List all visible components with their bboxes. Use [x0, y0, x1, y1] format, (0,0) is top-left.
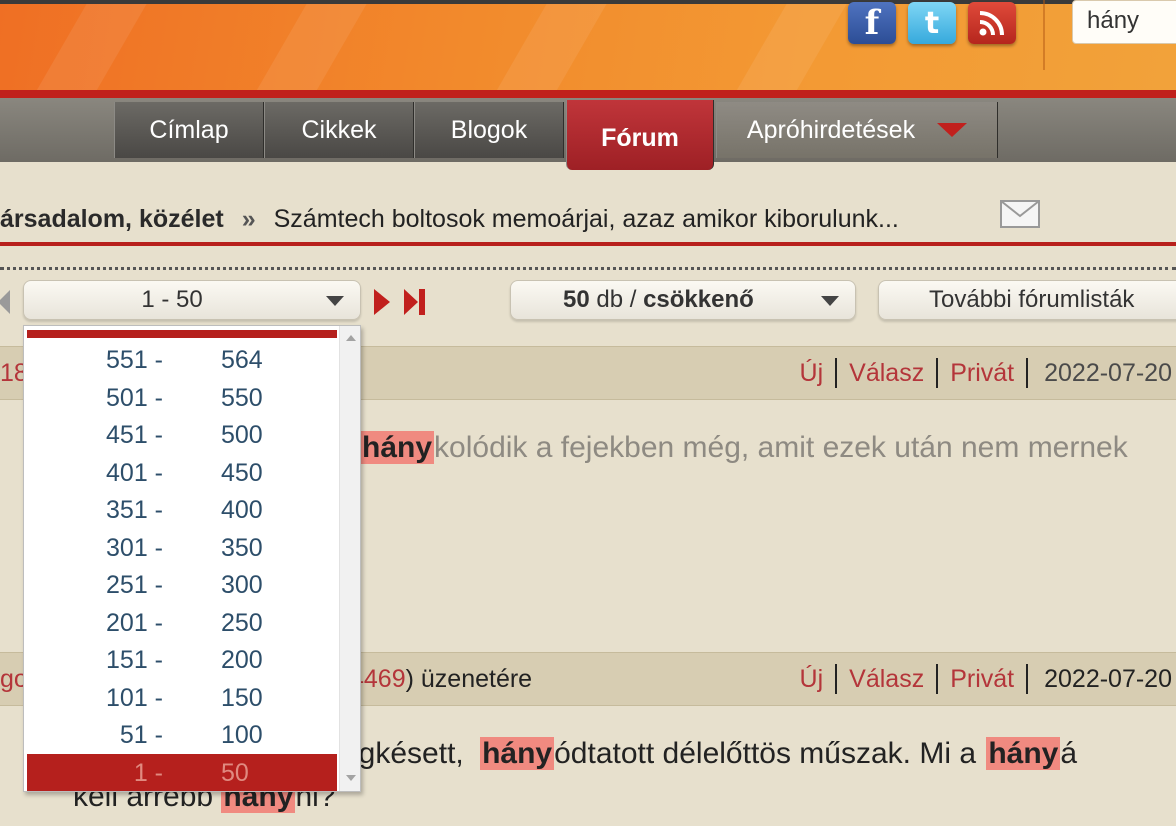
breadcrumb-underline: [0, 242, 1176, 246]
header-redline: [0, 90, 1176, 98]
new-link[interactable]: Új: [788, 665, 836, 694]
mail-icon[interactable]: [1000, 200, 1040, 228]
dropdown-scrollbar[interactable]: [339, 326, 360, 791]
search-input[interactable]: [1073, 1, 1176, 41]
last-page-bar: [419, 289, 425, 315]
dropdown-topbar: [27, 330, 337, 338]
chevron-down-icon: [821, 296, 839, 306]
dropdown-option[interactable]: 51 -100: [27, 716, 337, 753]
rss-icon[interactable]: [968, 2, 1016, 44]
more-forum-lists-label: További fórumlisták: [929, 286, 1135, 313]
chevron-down-icon: [326, 296, 344, 306]
post-date: 2022-07-20: [1044, 358, 1172, 387]
breadcrumb-category[interactable]: ársadalom, közélet: [0, 205, 224, 234]
private-link[interactable]: Privát: [938, 665, 1026, 694]
facebook-icon[interactable]: f: [848, 2, 896, 44]
sort-order: csökkenő: [643, 286, 754, 313]
reply-reference: 4469) üzenetére: [350, 665, 532, 694]
sort-select[interactable]: 50 db / csökkenő: [510, 280, 856, 320]
header-decor: [719, 0, 861, 90]
reply-link[interactable]: Válasz: [837, 359, 936, 388]
post-text: ódtatott délelőttös műszak. Mi a: [554, 737, 976, 770]
dropdown-option[interactable]: 551 -564: [27, 341, 337, 378]
header-decor: [479, 0, 621, 90]
post-actions: Új Válasz Privát 2022-07-20: [788, 664, 1176, 694]
prev-page-icon[interactable]: [0, 290, 10, 314]
per-page-unit: db /: [596, 286, 637, 313]
search-box[interactable]: [1072, 0, 1176, 44]
nav-item-cimlap[interactable]: Címlap: [114, 102, 264, 158]
main-nav: Címlap Cikkek Blogok Fórum Apróhirdetése…: [0, 98, 1176, 170]
header-decor: [239, 0, 381, 90]
page-range-dropdown: 551 -564 501 -550 451 -500 401 -450 351 …: [23, 325, 361, 792]
per-page-count: 50: [563, 286, 590, 313]
site-header: f t: [0, 0, 1176, 90]
header-decor: [19, 0, 161, 90]
header-divider: [1043, 0, 1045, 70]
last-page-icon[interactable]: [404, 289, 418, 315]
next-page-icon[interactable]: [374, 289, 390, 315]
dropdown-option[interactable]: 351 -400: [27, 491, 337, 528]
dropdown-option[interactable]: 501 -550: [27, 379, 337, 416]
page-range-select[interactable]: 1 - 50: [23, 280, 361, 320]
scroll-down-icon[interactable]: [346, 775, 356, 781]
post-text: á: [1060, 737, 1078, 770]
post-actions: Új Válasz Privát 2022-07-20: [788, 358, 1176, 388]
private-link[interactable]: Privát: [938, 359, 1026, 388]
dropdown-option[interactable]: 451 -500: [27, 416, 337, 453]
dropdown-option-selected[interactable]: 1 -50: [27, 754, 337, 791]
search-highlight: hány: [360, 431, 435, 464]
dropdown-option[interactable]: 301 -350: [27, 529, 337, 566]
post-body-line-1: egkésett, hányódtatott délelőttös műszak…: [342, 737, 1077, 771]
dropdown-option[interactable]: 151 -200: [27, 641, 337, 678]
reply-link[interactable]: Válasz: [837, 665, 936, 694]
nav-item-cikkek[interactable]: Cikkek: [264, 102, 414, 158]
dropdown-option[interactable]: 401 -450: [27, 454, 337, 491]
nav-item-blogok[interactable]: Blogok: [414, 102, 564, 158]
search-highlight: hány: [986, 737, 1061, 770]
page-range-value: 1 - 50: [141, 286, 203, 313]
more-forum-lists-button[interactable]: További fórumlisták: [878, 280, 1176, 320]
post-text: kolódik a fejekben még, amit ezek után n…: [434, 431, 1128, 464]
post-date: 2022-07-20: [1044, 664, 1172, 693]
nav-item-forum[interactable]: Fórum: [566, 100, 714, 170]
breadcrumb-separator: »: [241, 204, 256, 233]
reply-reference-text: ) üzenetére: [405, 665, 533, 693]
dropdown-option[interactable]: 101 -150: [27, 679, 337, 716]
dropdown-option[interactable]: 251 -300: [27, 566, 337, 603]
chevron-down-icon: [937, 123, 968, 137]
dotted-divider: [0, 267, 1176, 270]
new-link[interactable]: Új: [788, 359, 836, 388]
twitter-icon[interactable]: t: [908, 2, 956, 44]
dropdown-option[interactable]: 201 -250: [27, 604, 337, 641]
nav-item-aprohirdetesek[interactable]: Apróhirdetések: [716, 102, 998, 158]
search-highlight: hány: [480, 737, 555, 770]
scroll-up-icon[interactable]: [346, 335, 356, 341]
breadcrumb-topic[interactable]: Számtech boltosok memoárjai, azaz amikor…: [274, 205, 899, 234]
